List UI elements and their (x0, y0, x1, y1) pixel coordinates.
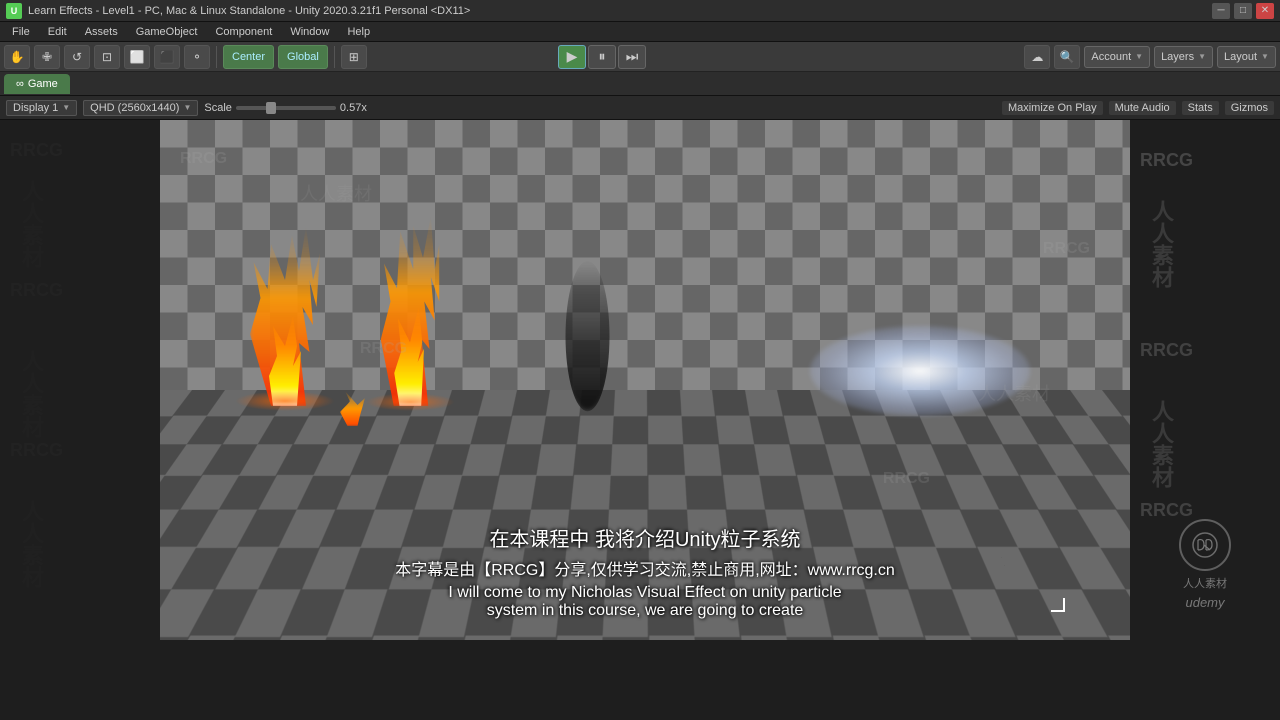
rrcg-text: 人人素材 (1183, 575, 1227, 591)
maximize-on-play-btn[interactable]: Maximize On Play (1002, 101, 1103, 115)
menu-bar: File Edit Assets GameObject Component Wi… (0, 22, 1280, 42)
menu-assets[interactable]: Assets (77, 24, 126, 40)
rect-tool-button[interactable]: ⬜ (124, 45, 150, 69)
wm-right-2: RRCG (1140, 340, 1193, 361)
fire-effect-2 (370, 196, 450, 406)
custom-tool-button[interactable]: ⚬ (184, 45, 210, 69)
scale-thumb[interactable] (266, 102, 276, 114)
menu-edit[interactable]: Edit (40, 24, 75, 40)
global-toggle[interactable]: Global (278, 45, 328, 69)
fire1-glow (235, 391, 335, 411)
udemy-text: udemy (1185, 595, 1224, 610)
pause-button[interactable]: ⏸ (588, 45, 616, 69)
collab-button[interactable]: ☁ (1024, 45, 1050, 69)
gizmos-btn[interactable]: Gizmos (1225, 101, 1274, 115)
title-text: Learn Effects - Level1 - PC, Mac & Linux… (28, 5, 470, 17)
scale-value: 0.57x (340, 102, 367, 114)
watermark-rrcg-left2: RRCG (10, 280, 63, 301)
layout-label: Layout (1224, 51, 1257, 63)
separator-1 (216, 46, 217, 68)
resolution-arrow: ▼ (183, 103, 191, 112)
account-arrow: ▼ (1135, 52, 1143, 61)
play-button[interactable]: ▶ (558, 45, 586, 69)
fire2-glow (365, 393, 455, 411)
game-canvas: RRCG RRCG RRCG RRCG 人人素材 人人素材 在本课程中 我将介绍… (160, 120, 1130, 640)
scale-control: Scale 0.57x (204, 102, 366, 114)
game-tab[interactable]: ∞ Game (4, 74, 70, 94)
display-dropdown[interactable]: Display 1 ▼ (6, 100, 77, 116)
wm-cn-2: 人人素材 (978, 380, 1050, 406)
playback-controls: ▶ ⏸ ⏭ (558, 45, 646, 69)
resolution-selector[interactable]: QHD (2560x1440) ▼ (83, 100, 198, 116)
maximize-button[interactable]: □ (1234, 3, 1252, 19)
separator-2 (334, 46, 335, 68)
scale-label: Scale (204, 102, 232, 114)
layout-arrow: ▼ (1261, 52, 1269, 61)
grid-button[interactable]: ⊞ (341, 45, 367, 69)
display-value: Display 1 (13, 102, 58, 114)
scale-slider[interactable] (236, 106, 336, 110)
watermark-cn-left3: 人人素材 (15, 500, 47, 588)
wm-right-3: RRCG (1140, 500, 1193, 521)
resolution-value: QHD (2560x1440) (90, 102, 179, 114)
toolbar: ✋ ✙ ↺ ⊡ ⬜ ⬛ ⚬ Center Global ⊞ ▶ ⏸ ⏭ ☁ 🔍 … (0, 42, 1280, 72)
right-panel: RRCG 人人素材 RRCG 人人素材 RRCG 人人素材 udemy (1130, 120, 1280, 640)
display-selector[interactable]: Display 1 ▼ (6, 100, 77, 116)
wm-right-cn2: 人人素材 (1145, 400, 1177, 488)
hand-tool-button[interactable]: ✋ (4, 45, 30, 69)
transform-tool-button[interactable]: ⬛ (154, 45, 180, 69)
layers-arrow: ▼ (1198, 52, 1206, 61)
account-dropdown[interactable]: Account ▼ (1084, 46, 1150, 68)
menu-help[interactable]: Help (339, 24, 378, 40)
menu-file[interactable]: File (4, 24, 38, 40)
layers-label: Layers (1161, 51, 1194, 63)
stats-btn[interactable]: Stats (1182, 101, 1219, 115)
toolbar-right: ☁ 🔍 Account ▼ Layers ▼ Layout ▼ (1024, 45, 1276, 69)
game-tab-bar: ∞ Game (0, 72, 1280, 96)
display-arrow: ▼ (62, 103, 70, 112)
udemy-area: 人人素材 udemy (1179, 519, 1231, 610)
watermark-cn-left: 人人素材 (15, 180, 47, 268)
app-logo: U (6, 3, 22, 19)
rrcg-logo-circle (1179, 519, 1231, 571)
watermark-rrcg-left3: RRCG (10, 440, 63, 461)
center-toggle[interactable]: Center (223, 45, 274, 69)
game-tab-label: Game (28, 78, 58, 90)
title-bar-buttons[interactable]: ─ □ ✕ (1212, 3, 1274, 19)
resolution-dropdown[interactable]: QHD (2560x1440) ▼ (83, 100, 198, 116)
account-label: Account (1091, 51, 1131, 63)
floor-area (160, 390, 1130, 640)
close-button[interactable]: ✕ (1256, 3, 1274, 19)
move-tool-button[interactable]: ✙ (34, 45, 60, 69)
menu-component[interactable]: Component (207, 24, 280, 40)
title-bar: U Learn Effects - Level1 - PC, Mac & Lin… (0, 0, 1280, 22)
game-tab-icon: ∞ (16, 78, 24, 90)
wm-cn-1: 人人素材 (300, 180, 372, 206)
menu-window[interactable]: Window (282, 24, 337, 40)
scale-tool-button[interactable]: ⊡ (94, 45, 120, 69)
fire-effect-1 (240, 206, 330, 406)
layout-dropdown[interactable]: Layout ▼ (1217, 46, 1276, 68)
rrcg-logo-svg (1190, 530, 1220, 560)
step-button[interactable]: ⏭ (618, 45, 646, 69)
title-bar-left: U Learn Effects - Level1 - PC, Mac & Lin… (6, 3, 470, 19)
menu-gameobject[interactable]: GameObject (128, 24, 206, 40)
mute-audio-btn[interactable]: Mute Audio (1109, 101, 1176, 115)
wm-right-1: RRCG (1140, 150, 1193, 171)
floor-checker (160, 390, 1130, 640)
watermark-cn-left2: 人人素材 (15, 350, 47, 438)
minimize-button[interactable]: ─ (1212, 3, 1230, 19)
layers-dropdown[interactable]: Layers ▼ (1154, 46, 1213, 68)
wm-right-cn1: 人人素材 (1145, 200, 1177, 288)
left-panel: RRCG 人人素材 RRCG 人人素材 RRCG 人人素材 (0, 120, 160, 640)
display-bar: Display 1 ▼ QHD (2560x1440) ▼ Scale 0.57… (0, 96, 1280, 120)
display-bar-right: Maximize On Play Mute Audio Stats Gizmos (1002, 101, 1274, 115)
main-viewport: RRCG 人人素材 RRCG 人人素材 RRCG 人人素材 (0, 120, 1280, 640)
search-button[interactable]: 🔍 (1054, 45, 1080, 69)
watermark-rrcg-left: RRCG (10, 140, 63, 161)
rotate-tool-button[interactable]: ↺ (64, 45, 90, 69)
